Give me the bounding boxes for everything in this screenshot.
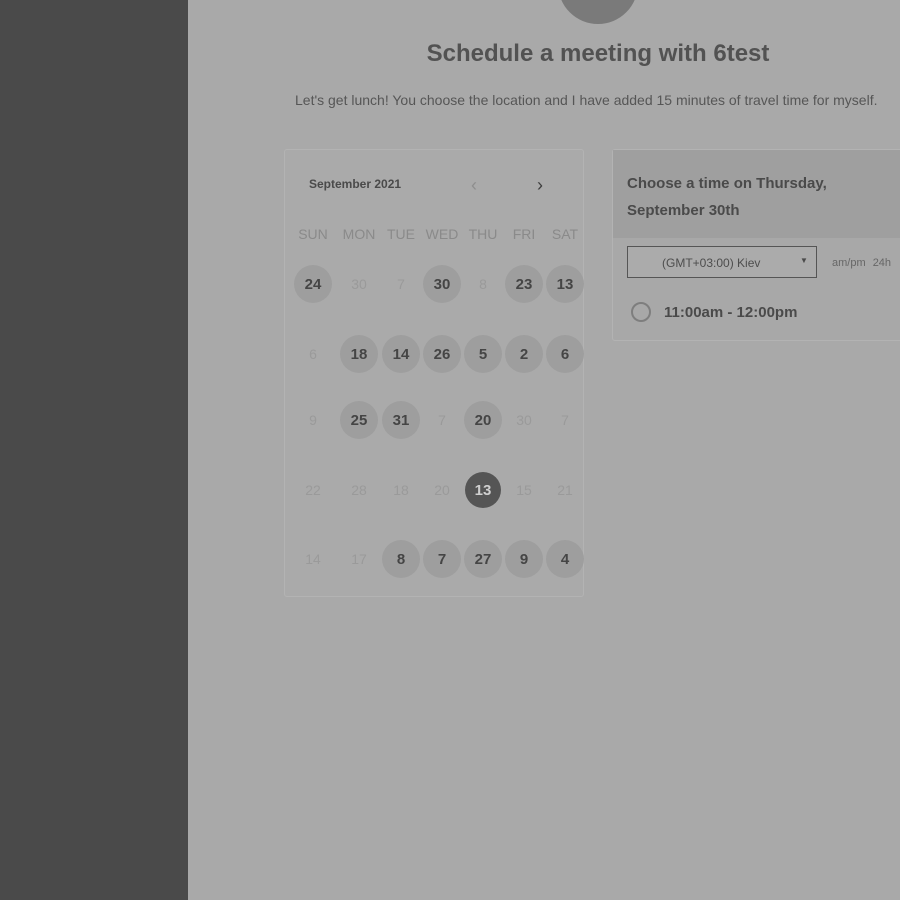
calendar-day-available[interactable]: 26 (423, 335, 461, 373)
calendar-day: 22 (305, 482, 321, 498)
page-description: Let's get lunch! You choose the location… (295, 92, 878, 108)
radio-button[interactable] (631, 302, 651, 322)
calendar-day: 21 (557, 482, 573, 498)
calendar-day-available[interactable]: 13 (546, 265, 584, 303)
calendar-day-available[interactable]: 20 (464, 401, 502, 439)
calendar-day-available[interactable]: 23 (505, 265, 543, 303)
calendar-day: 20 (434, 482, 450, 498)
calendar-day: 17 (351, 551, 367, 567)
weekday-header: SAT (551, 226, 579, 242)
timezone-select[interactable]: (GMT+03:00) Kiev ▼ (627, 246, 817, 278)
timezone-value: (GMT+03:00) Kiev (662, 256, 761, 270)
weekday-header: MON (342, 226, 376, 242)
calendar-day-available[interactable]: 14 (382, 335, 420, 373)
weekday-header: WED (425, 226, 459, 242)
weekday-header: FRI (512, 226, 536, 242)
calendar-day-available[interactable]: 6 (546, 335, 584, 373)
calendar-day-available[interactable]: 4 (546, 540, 584, 578)
calendar-day-selected[interactable]: 13 (465, 472, 501, 508)
calendar-day: 18 (393, 482, 409, 498)
calendar-day: 7 (397, 276, 405, 292)
time-slot-option[interactable]: 11:00am - 12:00pm (631, 300, 891, 326)
main-content: Schedule a meeting with 6test Let's get … (188, 0, 900, 900)
weekday-header: SUN (298, 226, 328, 242)
calendar-day: 15 (516, 482, 532, 498)
calendar-day: 30 (516, 412, 532, 428)
calendar-day: 9 (309, 412, 317, 428)
calendar-day-available[interactable]: 27 (464, 540, 502, 578)
calendar: September 2021 ‹ › SUN MON TUE WED THU FRI SAT… (284, 149, 584, 597)
avatar (558, 0, 638, 24)
sidebar (0, 0, 188, 900)
weekday-header: THU (468, 226, 498, 242)
calendar-day-available[interactable]: 7 (423, 540, 461, 578)
calendar-day-available[interactable]: 2 (505, 335, 543, 373)
calendar-day: 7 (438, 412, 446, 428)
calendar-day: 30 (351, 276, 367, 292)
calendar-day-available[interactable]: 18 (340, 335, 378, 373)
format-ampm-option[interactable]: am/pm (832, 257, 866, 269)
chevron-right-icon[interactable]: › (537, 176, 543, 194)
calendar-day-available[interactable]: 31 (382, 401, 420, 439)
calendar-day-available[interactable]: 24 (294, 265, 332, 303)
calendar-month-label: September 2021 (309, 177, 402, 191)
time-slot-label: 11:00am - 12:00pm (664, 304, 798, 321)
time-panel-title: Choose a time on Thursday, September 30t… (627, 175, 827, 219)
caret-down-icon: ▼ (800, 256, 808, 265)
calendar-day: 7 (561, 412, 569, 428)
calendar-day-available[interactable]: 5 (464, 335, 502, 373)
time-panel: Choose a time on Thursday, September 30t… (612, 149, 900, 341)
calendar-day-available[interactable]: 8 (382, 540, 420, 578)
time-format-toggle: am/pm 24h (832, 257, 895, 269)
calendar-day: 28 (351, 482, 367, 498)
calendar-day: 8 (479, 276, 487, 292)
format-24h-option[interactable]: 24h (873, 257, 891, 269)
calendar-day: 14 (305, 551, 321, 567)
chevron-left-icon[interactable]: ‹ (471, 176, 477, 194)
calendar-day-available[interactable]: 25 (340, 401, 378, 439)
weekday-header: TUE (387, 226, 415, 242)
calendar-day-available[interactable]: 30 (423, 265, 461, 303)
time-panel-header: Choose a time on Thursday, September 30t… (613, 150, 900, 238)
calendar-day: 6 (309, 346, 317, 362)
calendar-day-available[interactable]: 9 (505, 540, 543, 578)
page-title: Schedule a meeting with 6test (426, 40, 770, 67)
